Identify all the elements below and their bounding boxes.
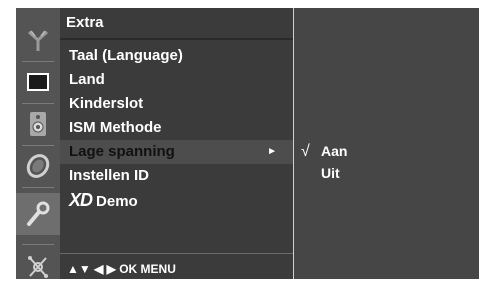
category-icon-rail: [16, 8, 60, 279]
option-label: Uit: [321, 165, 340, 181]
menu-item-label: Taal (Language): [69, 47, 183, 64]
menu-item-label: Kinderslot: [69, 95, 144, 112]
option-aan[interactable]: √ Aan: [301, 140, 347, 162]
xd-logo: XD: [69, 190, 93, 210]
option-label: Aan: [321, 143, 348, 159]
title-divider: [60, 38, 293, 40]
input-icon[interactable]: [16, 246, 60, 288]
nav-divider: [60, 253, 293, 254]
menu-item-kinderslot[interactable]: Kinderslot: [60, 92, 293, 116]
sound-icon[interactable]: [16, 103, 60, 145]
rail-divider: [22, 187, 54, 188]
menu-item-ism-methode[interactable]: ISM Methode: [60, 116, 293, 140]
menu-item-label: Land: [69, 71, 105, 88]
submenu-arrow-icon: ►: [267, 146, 277, 157]
menu-item-xd-demo[interactable]: XD Demo: [60, 188, 293, 212]
antenna-icon[interactable]: [16, 20, 60, 62]
menu-item-taal-language[interactable]: Taal (Language): [60, 44, 293, 68]
rail-divider: [22, 244, 54, 245]
picture-icon[interactable]: [16, 61, 60, 103]
extra-menu-panel: Extra Taal (Language) Land Kinderslot IS…: [60, 8, 293, 279]
menu-item-instellen-id[interactable]: Instellen ID: [60, 164, 293, 188]
menu-item-land[interactable]: Land: [60, 68, 293, 92]
extra-icon[interactable]: [16, 193, 60, 235]
option-uit[interactable]: Uit: [301, 162, 340, 184]
tv-osd-menu: Extra Taal (Language) Land Kinderslot IS…: [16, 8, 479, 279]
checkmark-icon: √: [301, 143, 310, 160]
menu-item-label: Demo: [96, 193, 138, 210]
menu-item-label: Instellen ID: [69, 167, 150, 184]
menu-item-label: Lage spanning: [69, 143, 175, 160]
menu-item-lage-spanning[interactable]: Lage spanning ►: [60, 140, 293, 164]
lage-spanning-submenu: √ Aan Uit: [293, 8, 479, 279]
clock-icon[interactable]: [16, 145, 60, 187]
menu-item-label-group: XD Demo: [69, 188, 138, 214]
menu-title: Extra: [66, 14, 104, 31]
navigation-hint: ▲▼ ◀ ▶ OK MENU: [67, 262, 176, 276]
menu-item-label: ISM Methode: [69, 119, 162, 136]
